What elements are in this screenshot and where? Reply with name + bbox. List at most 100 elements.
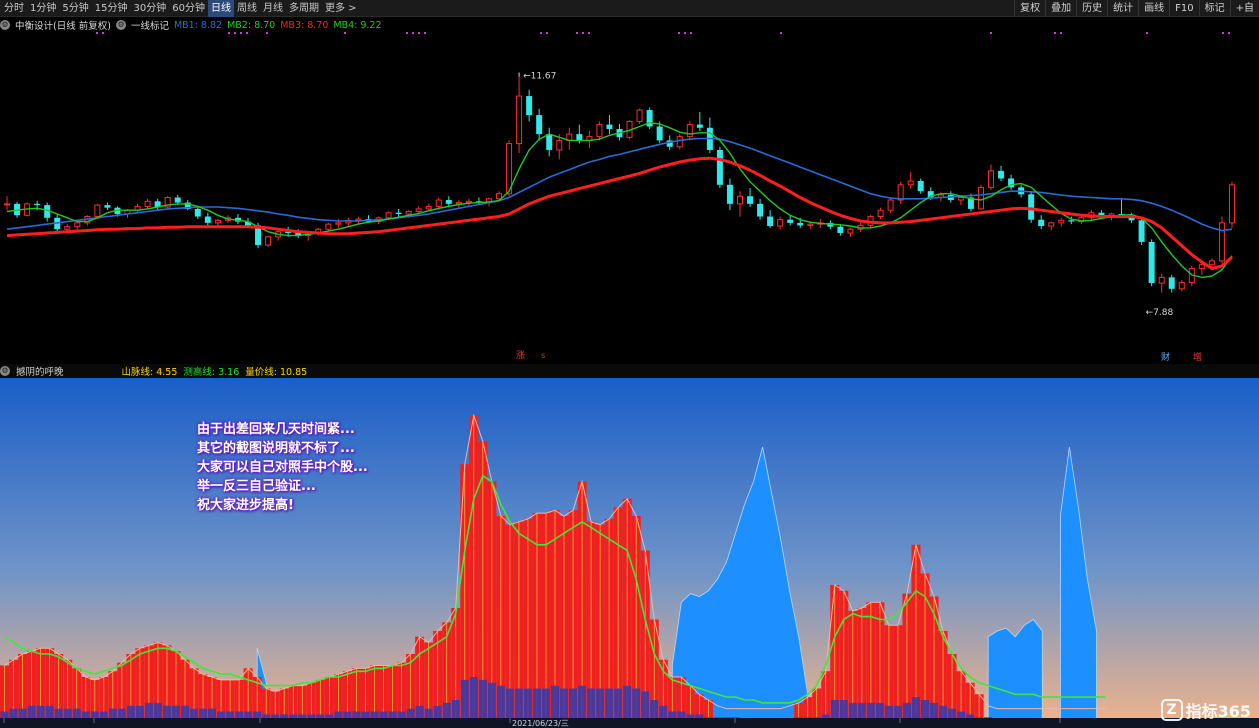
candle-body [1158, 276, 1165, 284]
candle [345, 217, 352, 227]
logo-icon: Z [1160, 699, 1183, 721]
candle [516, 72, 523, 154]
tool-button[interactable]: 统计 [1107, 0, 1138, 17]
candle-body [1228, 184, 1235, 224]
candle [777, 216, 784, 230]
cegao-bar [614, 688, 623, 723]
candle-body [847, 228, 854, 234]
tool-button[interactable]: +自 [1229, 0, 1259, 17]
candle-body [496, 193, 503, 200]
cegao-bar [578, 685, 587, 723]
period-tab[interactable]: 30分钟 [130, 0, 169, 17]
tool-button[interactable]: 复权 [1014, 0, 1045, 17]
signal-dot [246, 32, 248, 34]
cegao-bar [569, 688, 578, 723]
cai-marker: 财 [1161, 351, 1170, 363]
high-label: ←11.67 [523, 72, 556, 82]
liangjia-line-value: 量价线: 10.85 [245, 367, 308, 378]
signal-dot [412, 32, 414, 34]
ma-line-mb2 [6, 121, 1233, 279]
signal-dot [344, 32, 346, 34]
candle [1168, 274, 1175, 293]
period-tab[interactable]: 1分钟 [27, 0, 59, 17]
candle-body [1218, 222, 1225, 262]
signal-dot [690, 32, 692, 34]
indicator-settings-icon[interactable]: ⚙ [115, 20, 126, 30]
period-tab[interactable]: 15分钟 [92, 0, 131, 17]
candle-body [957, 197, 964, 201]
candle [194, 206, 201, 220]
signal-dot [990, 32, 992, 34]
axis-strip [0, 718, 1259, 728]
candle-body [797, 222, 804, 226]
sub-indicator-gear-icon[interactable]: ⚙ [0, 366, 10, 376]
signal-dot [424, 32, 426, 34]
mb3-value: MB3: 8.70 [280, 19, 329, 31]
logo-text: 指标365 [1185, 702, 1251, 721]
tool-button[interactable]: 叠加 [1045, 0, 1076, 17]
kline-svg[interactable]: ←11.67 ←7.88 涨 s 财 增 [0, 17, 1259, 364]
period-toolbar: 分时 1分钟 5分钟 15分钟 30分钟 60分钟 日线 周线 月线 多周期 更多 > 复权 叠加 历史… [0, 0, 1259, 17]
period-tab[interactable]: 月线 [260, 0, 286, 17]
candle [636, 108, 643, 124]
candle-body [877, 209, 884, 218]
period-tab[interactable]: 日线 [207, 0, 234, 17]
candle [1158, 273, 1165, 293]
candle-body [425, 205, 432, 210]
candle-body [526, 96, 533, 116]
signal-dot [1228, 32, 1230, 34]
period-tab[interactable]: 分时 [1, 0, 27, 17]
cegao-bar [469, 677, 478, 723]
cegao-line-value: 测高线: 3.16 [183, 367, 240, 378]
main-kline-chart[interactable]: ←11.67 ←7.88 涨 s 财 增 [0, 17, 1259, 364]
signal-dot [684, 32, 686, 34]
tool-button[interactable]: F10 [1169, 0, 1198, 17]
gear-icon[interactable]: ⚙ [0, 20, 10, 30]
candle-body [1208, 260, 1215, 266]
stock-title: 中衡设计(日线 前复权) [15, 21, 111, 32]
cegao-bar [496, 685, 505, 723]
watermark-logo: Z 指标365 [1160, 698, 1251, 722]
signal-dot [406, 32, 408, 34]
candle-body [686, 124, 693, 138]
tool-button[interactable]: 标记 [1198, 0, 1230, 17]
candle [164, 196, 171, 209]
sub-indicator-chart[interactable] [0, 378, 1259, 728]
signal-dot [96, 32, 98, 34]
candle [395, 208, 402, 217]
sub-indicator-svg[interactable] [0, 378, 1259, 728]
candle-body [265, 236, 272, 246]
period-tab[interactable]: 更多 > [322, 0, 360, 17]
period-tab[interactable]: 周线 [234, 0, 260, 17]
sub-indicator-name[interactable]: 撼阴的呼晚 [16, 364, 64, 378]
note-line: 祝大家进步提高! [197, 498, 294, 513]
tool-buttons: 复权 叠加 历史 统计 画线 F10 标记 +自 [1014, 0, 1259, 17]
tool-button[interactable]: 历史 [1076, 0, 1107, 17]
signal-dot [266, 32, 268, 34]
indicator-name[interactable]: 一线标记 [131, 18, 169, 32]
cegao-bar [460, 679, 469, 723]
candle [44, 202, 51, 222]
period-tab[interactable]: 多周期 [286, 0, 322, 17]
tool-button[interactable]: 画线 [1138, 0, 1169, 17]
candle-body [1038, 219, 1045, 227]
candle [917, 178, 924, 194]
candle-body [1198, 264, 1205, 270]
candle-body [998, 170, 1005, 179]
candle-body [64, 226, 71, 230]
period-tab[interactable]: 60分钟 [169, 0, 208, 17]
note-line: 其它的截图说明就不标了... [197, 441, 355, 456]
period-tab[interactable]: 5分钟 [59, 0, 91, 17]
candle [998, 165, 1005, 182]
note-line: 大家可以自己对照手中个股... [197, 460, 368, 475]
candle [716, 146, 723, 188]
candle [988, 164, 995, 190]
candle-body [1068, 220, 1075, 222]
cegao-bar [487, 682, 496, 723]
mb2-value: MB2: 8.70 [227, 19, 276, 31]
candle-body [1138, 220, 1145, 242]
candle [526, 89, 533, 122]
candle-body [907, 180, 914, 186]
candle-body [757, 203, 764, 217]
candle-body [917, 181, 924, 192]
